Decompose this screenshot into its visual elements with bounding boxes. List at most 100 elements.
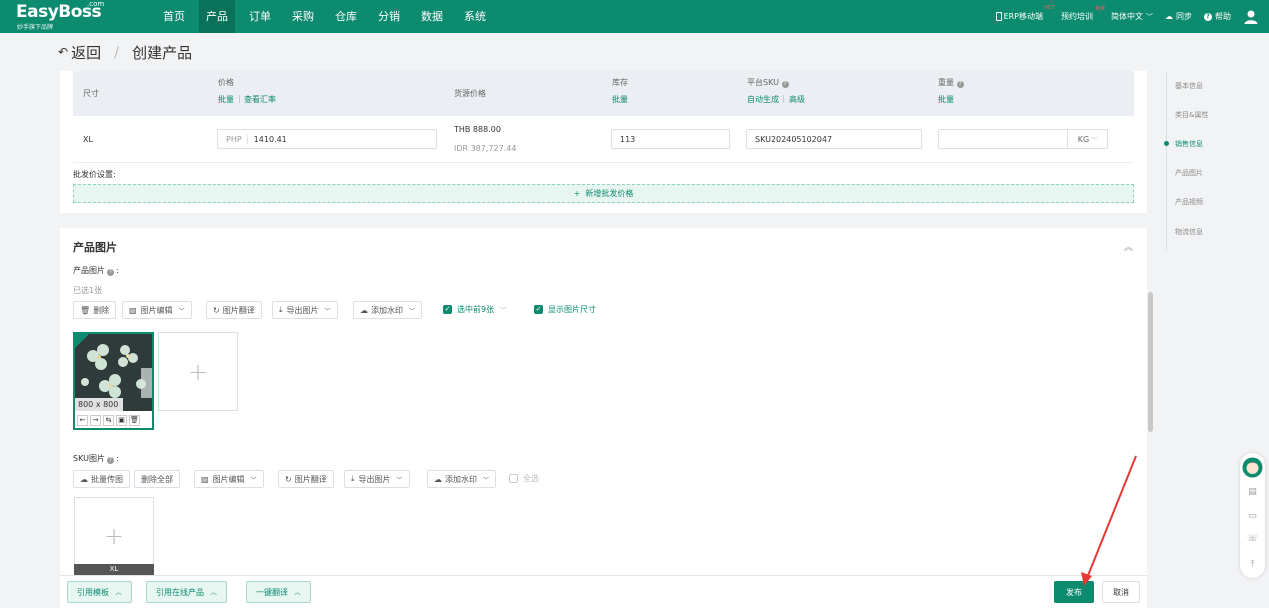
col-source-price: 货源价格	[454, 89, 486, 98]
sku-tag: XL	[74, 564, 154, 575]
price-input[interactable]: PHP 1410.41	[217, 129, 437, 149]
checkbox-checked[interactable]: ✓	[534, 305, 543, 314]
nav-order[interactable]: 订单	[242, 0, 278, 33]
delete-all-button[interactable]: 删除全部	[134, 470, 180, 488]
document-icon[interactable]: ▤	[1246, 486, 1259, 499]
language-select[interactable]: 简体中文 ﹀	[1111, 11, 1153, 22]
sku-image-translate-button[interactable]: ↻ 图片翻译	[278, 470, 334, 488]
watermark-icon: ☁	[434, 474, 442, 484]
select-first-label: 选中前9张	[457, 305, 495, 314]
product-image[interactable]: 800 x 800	[75, 334, 152, 411]
platform-sku-input[interactable]: SKU202405102047	[746, 129, 922, 149]
bottom-action-bar: 引用模板 ︿ 引用在线产品 ︿ 一键翻译 ︿ 发布 取消	[60, 575, 1147, 608]
nav-product[interactable]: 产品	[199, 0, 235, 33]
plus-icon: +	[103, 522, 125, 550]
image-translate-button[interactable]: ↻ 图片翻译	[206, 301, 262, 319]
support-icon[interactable]: ☏	[1246, 533, 1259, 546]
stock-input[interactable]: 113	[611, 129, 730, 149]
arrow-left-icon[interactable]: ←	[77, 415, 88, 426]
link-divider: |	[238, 94, 241, 103]
show-size-checkbox[interactable]: ✓ 显示图片尺寸	[534, 304, 596, 315]
collapse-icon[interactable]: ︽	[1124, 240, 1133, 253]
add-wholesale-button[interactable]: + 新增批发价格	[73, 184, 1134, 203]
logo[interactable]: EasyBoss .com 妙手旗下品牌	[0, 0, 150, 33]
chevron-down-icon: ﹀	[250, 476, 257, 484]
chevron-down-icon: ﹀	[178, 307, 185, 315]
stock-bulk-link[interactable]: 批量	[612, 94, 628, 105]
sidenav-product-video[interactable]: 产品视频	[1175, 197, 1203, 207]
logo-com: .com	[87, 0, 105, 8]
batch-upload-button[interactable]: ☁ 批量传图	[73, 470, 130, 488]
nav-data[interactable]: 数据	[414, 0, 450, 33]
one-click-translate-button[interactable]: 一键翻译 ︿	[246, 581, 311, 603]
sku-table-header: 尺寸 价格 批量 | 查看汇率 货源价格 库存 批量 平台SKU ? 自动生成 …	[73, 71, 1134, 116]
help-button[interactable]: ? 帮助	[1204, 11, 1231, 22]
chevron-down-icon: ﹀	[1091, 136, 1098, 144]
question-icon[interactable]: ?	[106, 457, 114, 464]
question-icon[interactable]: ?	[781, 81, 789, 88]
weight-input[interactable]: KG ﹀	[938, 129, 1108, 149]
image-edit-dropdown[interactable]: ▨ 图片编辑 ﹀	[122, 301, 192, 319]
training-link[interactable]: 预约培训 免费	[1061, 6, 1105, 22]
sync-button[interactable]: ☁ 同步	[1165, 11, 1192, 22]
select-all-checkbox[interactable]: 全选	[509, 473, 539, 484]
sku-advanced-link[interactable]: 高级	[789, 94, 805, 105]
watermark-dropdown[interactable]: ☁ 添加水印 ﹀	[353, 301, 423, 319]
user-icon[interactable]	[1243, 9, 1259, 25]
sku-export-image-dropdown[interactable]: ⤓ 导出图片 ﹀	[344, 470, 410, 488]
arrow-right-icon[interactable]: →	[90, 415, 101, 426]
sku-watermark-dropdown[interactable]: ☁ 添加水印 ﹀	[427, 470, 497, 488]
view-rate-link[interactable]: 查看汇率	[244, 94, 276, 105]
sku-images-label-text: SKU图片	[73, 454, 105, 463]
product-images-label-text: 产品图片	[73, 266, 105, 275]
mobile-icon	[995, 12, 1002, 21]
select-first-9-dropdown[interactable]: ✓ 选中前9张 ﹀	[443, 304, 506, 315]
sidenav-basic-info[interactable]: 基本信息	[1175, 81, 1203, 91]
delete-image-button[interactable]: 🗑 删除	[73, 301, 117, 319]
sku-value: SKU202405102047	[755, 134, 833, 144]
scrollbar[interactable]	[1148, 292, 1153, 432]
erp-mobile-link[interactable]: ERP移动端 HOT	[995, 5, 1055, 22]
export-image-dropdown[interactable]: ⤓ 导出图片 ﹀	[272, 301, 338, 319]
sku-auto-generate-link[interactable]: 自动生成	[747, 94, 779, 105]
use-template-button[interactable]: 引用模板 ︿	[67, 581, 132, 603]
price-bulk-link[interactable]: 批量	[218, 94, 234, 105]
checkbox-unchecked[interactable]	[509, 474, 518, 483]
floating-toolbar: ▤ ▭ ☏ ⤒	[1240, 453, 1265, 578]
sidenav-logistics[interactable]: 物流信息	[1175, 227, 1203, 237]
weight-unit-select[interactable]: KG ﹀	[1067, 130, 1107, 148]
use-online-product-button[interactable]: 引用在线产品 ︿	[146, 581, 227, 603]
back-arrow-icon: ↶	[58, 45, 69, 59]
cancel-button[interactable]: 取消	[1102, 581, 1140, 603]
add-product-image[interactable]: +	[158, 332, 238, 411]
sku-image-edit-dropdown[interactable]: ▨ 图片编辑 ﹀	[194, 470, 264, 488]
publish-button[interactable]: 发布	[1054, 581, 1094, 603]
main-nav: 首页 产品 订单 采购 仓库 分销 数据 系统	[156, 0, 500, 33]
image-icon[interactable]: ▣	[116, 415, 127, 426]
product-image-card[interactable]: 800 x 800 ← → ⇆ ▣ 🗑	[73, 332, 154, 430]
question-icon[interactable]: ?	[107, 269, 114, 276]
nav-system[interactable]: 系统	[457, 0, 493, 33]
back-button[interactable]: ↶ 返回	[58, 42, 101, 63]
chevron-down-icon: ﹀	[500, 307, 507, 314]
sidenav-product-images[interactable]: 产品图片	[1175, 168, 1203, 178]
replace-icon[interactable]: ⇆	[103, 415, 114, 426]
assistant-avatar-icon[interactable]	[1242, 457, 1263, 478]
nav-purchase[interactable]: 采购	[285, 0, 321, 33]
sku-image-edit-label: 图片编辑	[212, 474, 245, 484]
question-icon[interactable]: ?	[956, 81, 964, 88]
sidenav-category[interactable]: 类目&属性	[1175, 110, 1208, 120]
sku-export-image-label: 导出图片	[358, 474, 391, 484]
nav-warehouse[interactable]: 仓库	[328, 0, 364, 33]
message-icon[interactable]: ▭	[1246, 510, 1259, 523]
nav-distribution[interactable]: 分销	[371, 0, 407, 33]
chevron-down-icon: ﹀	[483, 476, 490, 484]
nav-home[interactable]: 首页	[156, 0, 192, 33]
sku-size-value: XL	[83, 135, 93, 144]
chevron-down-icon: ﹀	[396, 476, 403, 484]
weight-bulk-link[interactable]: 批量	[938, 94, 954, 105]
trash-icon[interactable]: 🗑	[129, 415, 140, 426]
sidenav-sales-info[interactable]: 销售信息	[1175, 139, 1203, 149]
back-to-top-icon[interactable]: ⤒	[1246, 559, 1259, 572]
checkbox-checked[interactable]: ✓	[443, 305, 452, 314]
